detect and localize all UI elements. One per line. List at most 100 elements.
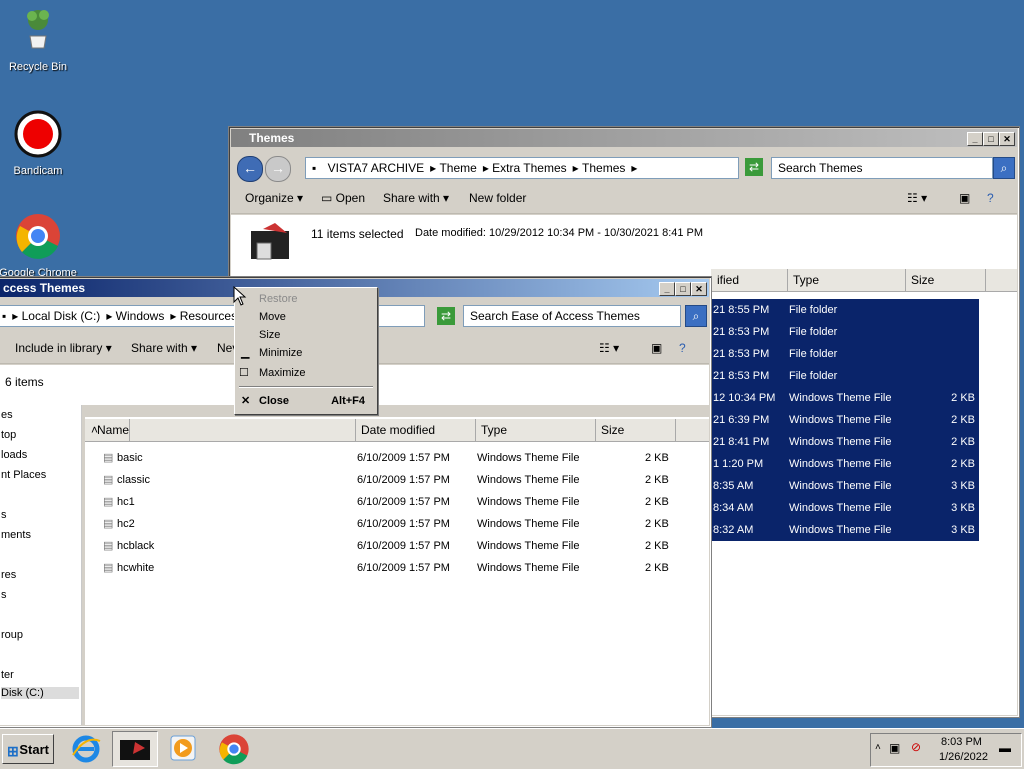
include-in-library-button[interactable]: Include in library ▾ <box>15 341 112 355</box>
table-row[interactable]: 21 8:53 PM File folder <box>711 365 979 387</box>
close-icon: ✕ <box>241 395 251 407</box>
cell-size: 2 KB <box>645 540 669 552</box>
table-row[interactable]: 1 1:20 PM Windows Theme File 2 KB <box>711 453 979 475</box>
nav-item[interactable]: roup <box>1 629 23 641</box>
taskbar-internet-explorer[interactable] <box>70 733 106 765</box>
column-type[interactable]: Type <box>475 419 596 441</box>
minimize-button[interactable]: _ <box>967 132 983 146</box>
table-row[interactable]: 21 6:39 PM Windows Theme File 2 KB <box>711 409 979 431</box>
column-date[interactable]: ified <box>711 269 788 291</box>
nav-item[interactable]: ments <box>1 529 31 541</box>
nav-item[interactable]: es <box>1 409 13 421</box>
table-row[interactable]: ▤ basic 6/10/2009 1:57 PM Windows Theme Fil… <box>85 447 709 469</box>
taskbar-media-player[interactable] <box>168 733 202 765</box>
nav-item[interactable]: res <box>1 569 16 581</box>
refresh-button[interactable]: ⇄ <box>437 307 455 325</box>
menu-item-close[interactable]: ✕ Close Alt+F4 <box>235 392 377 410</box>
table-row[interactable]: 12 10:34 PM Windows Theme File 2 KB <box>711 387 979 409</box>
share-with-button[interactable]: Share with ▾ <box>383 191 449 205</box>
breadcrumb-item[interactable]: Theme <box>439 158 476 178</box>
breadcrumb-item[interactable]: Windows <box>116 306 165 326</box>
maximize-button[interactable]: □ <box>675 282 691 296</box>
table-row[interactable]: ▤ hc1 6/10/2009 1:57 PM Windows Theme File 2… <box>85 491 709 513</box>
menu-item-size[interactable]: Size <box>235 326 377 344</box>
column-type[interactable]: Type <box>787 269 906 291</box>
table-row[interactable]: 21 8:41 PM Windows Theme File 2 KB <box>711 431 979 453</box>
new-folder-button[interactable]: New folder <box>469 191 526 205</box>
nav-item[interactable]: s <box>1 589 7 601</box>
cell-name: hc1 <box>117 496 135 508</box>
column-date[interactable]: Date modified <box>355 419 476 441</box>
organize-button[interactable]: Organize ▾ <box>245 191 303 205</box>
show-desktop-icon[interactable]: ▬ <box>999 741 1011 755</box>
show-hidden-icons-icon[interactable]: ˄ <box>875 742 881 753</box>
table-row[interactable]: 8:35 AM Windows Theme File 3 KB <box>711 475 979 497</box>
table-row[interactable]: ▤ hcblack 6/10/2009 1:57 PM Windows Theme F… <box>85 535 709 557</box>
minimize-button[interactable]: _ <box>659 282 675 296</box>
menu-item-restore[interactable]: Restore <box>235 290 377 308</box>
nav-item[interactable]: top <box>1 429 16 441</box>
breadcrumb-item[interactable]: VISTA7 ARCHIVE <box>328 158 424 178</box>
nav-item[interactable]: nt Places <box>1 469 46 481</box>
menu-item-maximize[interactable]: ☐ Maximize <box>235 364 377 382</box>
bandicam-shortcut[interactable]: Bandicam <box>0 110 78 177</box>
taskbar-chrome[interactable] <box>218 733 252 765</box>
table-row[interactable]: 21 8:53 PM File folder <box>711 321 979 343</box>
table-row[interactable]: 8:34 AM Windows Theme File 3 KB <box>711 497 979 519</box>
menu-item-move[interactable]: Move <box>235 308 377 326</box>
table-row[interactable]: ▤ classic 6/10/2009 1:57 PM Windows Theme F… <box>85 469 709 491</box>
views-icon[interactable]: ☷ ▾ <box>599 341 619 355</box>
start-button[interactable]: ⊞ Start <box>2 734 54 764</box>
views-icon[interactable]: ☷ ▾ <box>907 191 927 205</box>
breadcrumb-item[interactable]: Resources <box>180 306 237 326</box>
back-button[interactable]: ← <box>237 156 263 182</box>
item-count: 6 items <box>5 375 44 389</box>
nav-item[interactable]: Disk (C:) <box>1 687 79 699</box>
share-with-button[interactable]: Share with ▾ <box>131 341 197 355</box>
open-button[interactable]: ▭ Open <box>321 191 365 205</box>
close-button[interactable]: ✕ <box>999 132 1015 146</box>
column-size[interactable]: Size <box>905 269 986 291</box>
breadcrumb-item[interactable]: Themes <box>582 158 625 178</box>
refresh-button[interactable]: ⇄ <box>745 158 763 176</box>
breadcrumb-item[interactable]: Local Disk (C:) <box>22 306 101 326</box>
nav-item[interactable]: s <box>1 509 7 521</box>
folder-icon: ▪ <box>2 309 7 323</box>
column-size[interactable]: Size <box>595 419 676 441</box>
cell-date: 8:34 AM <box>713 502 754 514</box>
table-row[interactable]: 21 8:55 PM File folder <box>711 299 979 321</box>
clock-date[interactable]: 1/26/2022 <box>939 751 988 763</box>
table-row[interactable]: 8:32 AM Windows Theme File 3 KB <box>711 519 979 541</box>
search-input[interactable]: Search Ease of Access Themes <box>463 305 681 327</box>
breadcrumb-item[interactable]: Extra Themes <box>492 158 566 178</box>
network-icon[interactable]: ▣ <box>889 741 900 755</box>
selection-count: 11 items selected <box>311 227 404 241</box>
search-icon[interactable]: ⌕ <box>685 305 707 327</box>
column-name[interactable]: Name ˄ <box>85 419 356 441</box>
help-icon[interactable]: ? <box>987 191 994 205</box>
table-row[interactable]: ▤ hcwhite 6/10/2009 1:57 PM Windows Theme F… <box>85 557 709 579</box>
chrome-shortcut[interactable]: Google Chrome <box>0 212 78 279</box>
recycle-bin-shortcut[interactable]: Recycle Bin <box>0 6 78 73</box>
forward-button[interactable]: → <box>265 156 291 182</box>
clock-time[interactable]: 8:03 PM <box>941 736 982 748</box>
taskbar-explorer[interactable] <box>112 731 158 767</box>
help-icon[interactable]: ? <box>679 341 686 355</box>
menu-item-minimize[interactable]: ▁ Minimize <box>235 344 377 362</box>
recycle-bin-label: Recycle Bin <box>8 61 68 73</box>
maximize-button[interactable]: □ <box>983 132 999 146</box>
nav-item[interactable]: ter <box>1 669 14 681</box>
table-row[interactable]: ▤ hc2 6/10/2009 1:57 PM Windows Theme File 2… <box>85 513 709 535</box>
search-icon[interactable]: ⌕ <box>993 157 1015 179</box>
volume-muted-icon[interactable]: ⊘ <box>911 740 921 754</box>
preview-pane-icon[interactable]: ▣ <box>651 341 662 355</box>
close-button[interactable]: ✕ <box>691 282 707 296</box>
nav-item[interactable]: loads <box>1 449 27 461</box>
themes-toolbar: Organize ▾ ▭ Open Share with ▾ New folde… <box>231 185 1017 214</box>
preview-pane-icon[interactable]: ▣ <box>959 191 970 205</box>
search-input[interactable]: Search Themes <box>771 157 993 179</box>
themes-titlebar[interactable]: Themes _ □ ✕ <box>231 129 1017 147</box>
table-row[interactable]: 21 8:53 PM File folder <box>711 343 979 365</box>
address-bar[interactable]: ▪ VISTA7 ARCHIVE ▸ Theme ▸ Extra Themes ▸ T… <box>305 157 739 179</box>
cell-name: hc2 <box>117 518 135 530</box>
